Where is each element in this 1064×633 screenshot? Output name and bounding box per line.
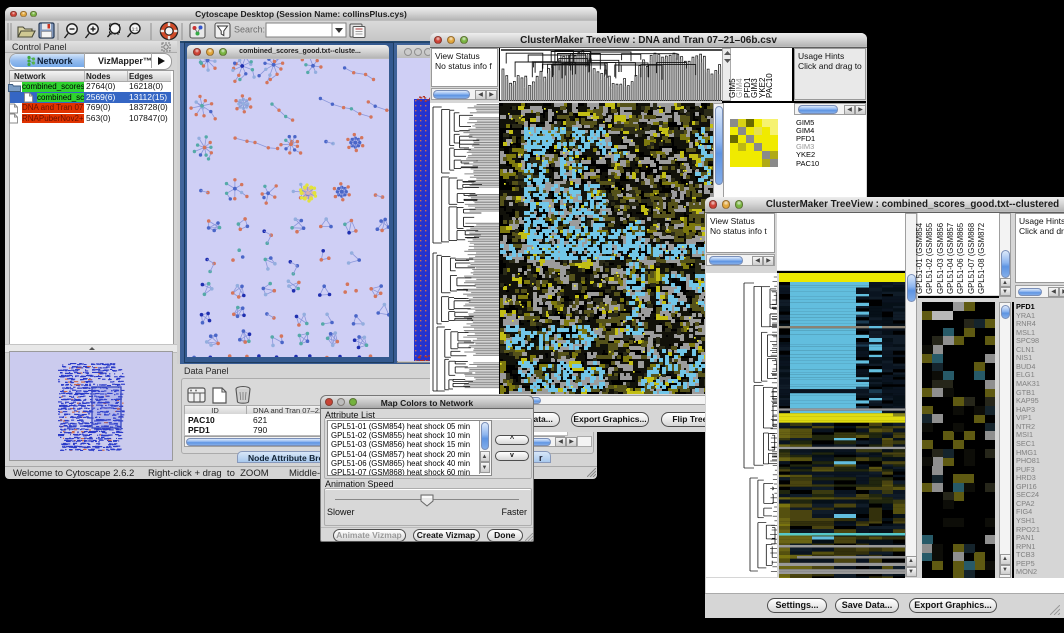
svg-text:1:1: 1:1 — [132, 27, 139, 32]
svg-text:Search:: Search: — [234, 25, 265, 35]
